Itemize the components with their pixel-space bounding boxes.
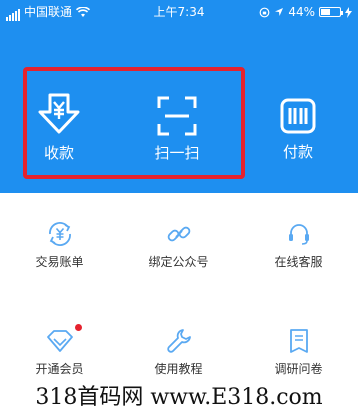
transaction-bill-label: 交易账单 <box>35 255 84 269</box>
status-bar: 中国联通 上午7:34 44% <box>0 0 358 24</box>
grid-item-bind-official-account[interactable]: 绑定公众号 <box>119 220 238 270</box>
highlight-box <box>23 67 245 179</box>
battery-icon <box>319 7 343 17</box>
notification-dot <box>75 324 82 331</box>
status-right: 44% <box>259 0 352 24</box>
rotation-lock-icon <box>259 7 270 17</box>
online-support-label: 在线客服 <box>274 255 323 269</box>
diamond-icon <box>46 330 73 352</box>
grid-item-transaction-bill[interactable]: 交易账单 <box>0 220 119 270</box>
battery-percent: 44% <box>288 5 315 19</box>
wrench-icon <box>166 329 191 353</box>
vip-membership-label: 开通会员 <box>35 362 84 376</box>
location-icon <box>275 8 284 16</box>
grid-item-online-support[interactable]: 在线客服 <box>239 220 358 270</box>
charging-icon <box>345 6 352 18</box>
yuan-cycle-icon <box>48 222 71 246</box>
survey-icon <box>289 329 308 353</box>
survey-label: 调研问卷 <box>274 362 323 376</box>
link-icon <box>167 226 190 242</box>
headset-icon <box>288 224 309 245</box>
pay-button[interactable]: 付款 <box>270 98 326 161</box>
grid-item-tutorial[interactable]: 使用教程 <box>119 327 238 377</box>
barcode-icon <box>280 98 316 134</box>
tutorial-label: 使用教程 <box>154 362 203 376</box>
watermark-text: 318首码网 www.E318.com <box>0 380 358 416</box>
grid-item-vip-membership[interactable]: 开通会员 <box>0 327 119 377</box>
grid-item-survey[interactable]: 调研问卷 <box>239 327 358 377</box>
pay-label: 付款 <box>282 143 313 161</box>
bind-official-account-label: 绑定公众号 <box>148 255 209 269</box>
